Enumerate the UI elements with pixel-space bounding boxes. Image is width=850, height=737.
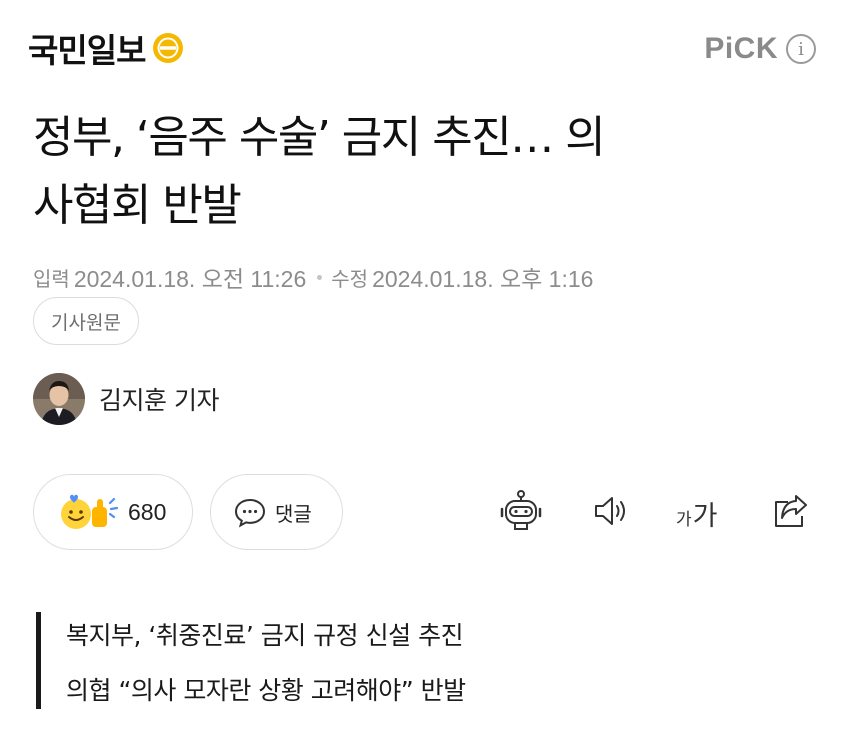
modified-date: 2024.01.18. 오후 1:16 [372,266,594,292]
reporter-byline[interactable]: 김지훈 기자 [33,373,219,425]
reporter-name: 김지훈 기자 [99,386,219,415]
share-icon[interactable] [768,488,814,534]
article-dates: 입력 2024.01.18. 오전 11:26 수정 2024.01.18. 오… [33,260,593,294]
comment-button[interactable]: 댓글 [210,474,343,550]
input-label: 입력 [33,266,70,291]
comment-label: 댓글 [275,501,312,526]
robot-icon[interactable] [498,488,544,534]
separator-dot [317,274,323,280]
font-size-big-glyph: 가 [692,501,718,532]
info-icon[interactable]: i [786,34,816,64]
speaker-icon[interactable] [588,488,634,534]
modified-label: 수정 [331,266,369,291]
subheadline-line-2: 의협 “의사 모자란 상황 고려해야” 반발 [66,676,466,705]
subheadline-bar [36,612,41,709]
kmib-logo-icon [153,33,184,63]
reaction-count: 680 [128,498,167,525]
font-size-small-glyph: 가 [676,510,692,530]
pick-badge[interactable]: PiCK i [704,32,816,66]
original-article-button[interactable]: 기사원문 [33,297,139,345]
font-size-button[interactable]: 가 가 [676,494,717,533]
press-brand[interactable]: 국민일보 [28,22,185,74]
subheadline-line-1: 복지부, ‘취중진료’ 금지 규정 신설 추진 [66,621,464,650]
headline-line-2: 사협회 반발 [33,180,242,231]
subheadline: 복지부, ‘취중진료’ 금지 규정 신설 추진 의협 “의사 모자란 상황 고려… [66,608,466,718]
like-emoji-icon [61,494,119,529]
reaction-button[interactable]: 680 [33,474,193,550]
top-header: 국민일보 PiCK i [0,0,850,100]
article-headline: 정부, ‘음주 수술’ 금지 추진… 의 사협회 반발 [33,104,793,240]
press-name: 국민일보 [28,31,146,70]
pick-label: PiCK [704,32,778,65]
input-date: 2024.01.18. 오전 11:26 [73,266,307,292]
reporter-avatar [33,373,85,425]
headline-line-1: 정부, ‘음주 수술’ 금지 추진… 의 [33,112,606,163]
speech-bubble-icon [234,498,266,528]
